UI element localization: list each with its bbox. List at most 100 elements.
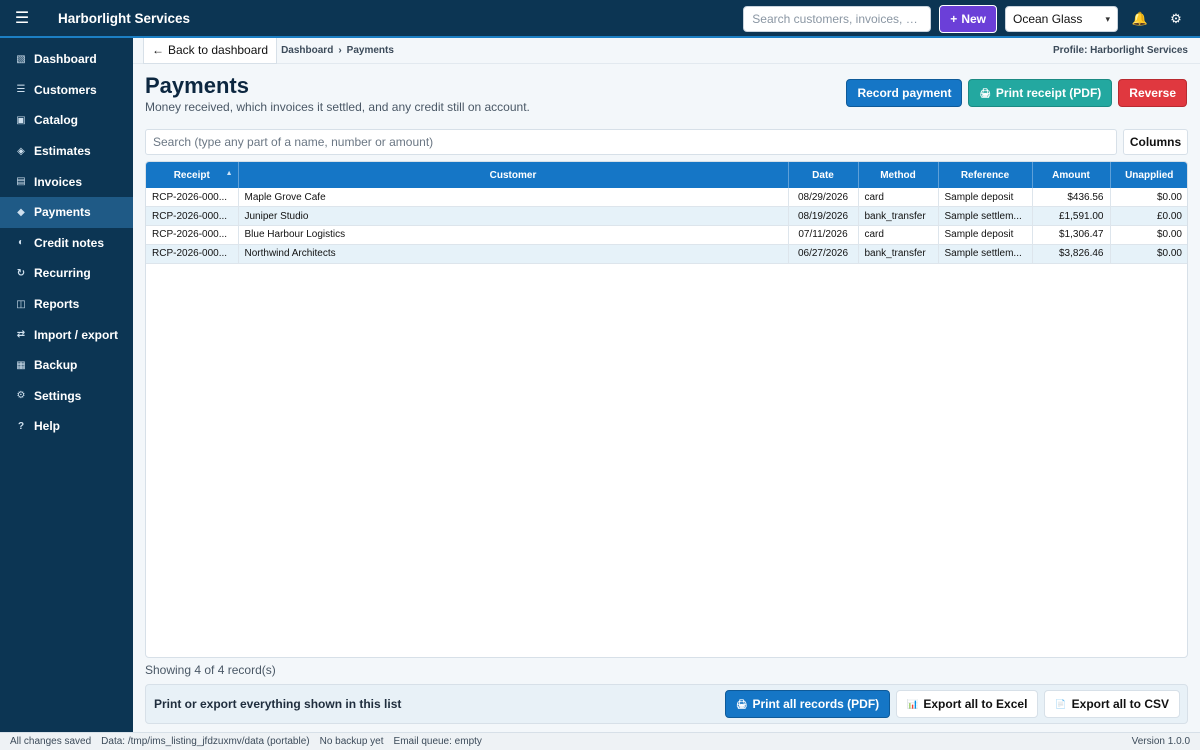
cell-customer: Juniper Studio xyxy=(238,206,789,226)
breadcrumb-bar: ← Back to dashboard Dashboard › Payments… xyxy=(133,37,1200,64)
sidebar-item-credit-notes[interactable]: ◐ Credit notes xyxy=(0,228,133,259)
page-header: Payments Money received, which invoices … xyxy=(133,64,1200,120)
cell-unapplied: $0.00 xyxy=(1156,229,1182,241)
record-payment-label: Record payment xyxy=(857,86,952,100)
record-count: Showing 4 of 4 record(s) xyxy=(145,663,276,677)
status-backup: No backup yet xyxy=(319,736,384,747)
settings-icon: ⚙ xyxy=(16,390,26,402)
print-receipt-button[interactable]: 🖨 Print receipt (PDF) xyxy=(968,79,1113,107)
sidebar-item-label: Recurring xyxy=(34,266,91,281)
column-header-amount[interactable]: Amount xyxy=(1032,162,1111,188)
sidebar-item-help[interactable]: ? Help xyxy=(0,411,133,442)
status-email-queue: Email queue: empty xyxy=(393,736,482,747)
column-header-customer[interactable]: Customer xyxy=(238,162,789,188)
cell-receipt: RCP-2026-000... xyxy=(146,225,239,245)
breadcrumb: Dashboard › Payments xyxy=(281,45,394,56)
print-all-button[interactable]: 🖨 Print all records (PDF) xyxy=(725,690,891,718)
reports-icon: ◫ xyxy=(16,298,26,310)
sidebar-item-label: Dashboard xyxy=(34,52,97,67)
list-search-placeholder: Search (type any part of a name, number … xyxy=(153,135,434,149)
gear-icon[interactable]: ⚙ xyxy=(1162,6,1190,32)
sidebar-item-label: Backup xyxy=(34,358,78,373)
table-row[interactable]: RCP-2026-000... Maple Grove Cafe 08/29/2… xyxy=(146,188,1187,207)
breadcrumb-payments: Payments xyxy=(346,45,394,56)
table-row[interactable]: RCP-2026-000... Juniper Studio 08/19/202… xyxy=(146,206,1187,226)
global-search-input[interactable]: Search customers, invoices, pa... xyxy=(743,6,932,32)
cell-date: 07/11/2026 xyxy=(788,225,859,245)
column-header-unapplied[interactable]: Unapplied xyxy=(1110,162,1187,188)
sidebar-item-settings[interactable]: ⚙ Settings xyxy=(0,381,133,412)
status-bar: All changes saved Data: /tmp/ims_listing… xyxy=(0,732,1200,750)
export-actions: 🖨 Print all records (PDF) 📊 Export all t… xyxy=(725,690,1180,718)
menu-icon[interactable]: ☰ xyxy=(0,0,44,37)
cell-amount: £1,591.00 xyxy=(1032,206,1111,226)
list-toolbar: Search (type any part of a name, number … xyxy=(145,129,1188,155)
sidebar-item-payments[interactable]: ◆ Payments xyxy=(0,196,133,228)
sidebar-item-label: Settings xyxy=(34,388,82,403)
column-header-date[interactable]: Date xyxy=(788,162,859,188)
print-receipt-label: Print receipt (PDF) xyxy=(995,86,1102,100)
cell-customer: Maple Grove Cafe xyxy=(238,188,789,207)
arrow-left-icon: ← xyxy=(152,43,164,57)
plus-icon: + xyxy=(950,12,958,26)
top-bar: ☰ Harborlight Services Search customers,… xyxy=(0,0,1200,38)
column-header-receipt[interactable]: Receipt ▲ xyxy=(146,162,239,188)
back-to-dashboard-button[interactable]: ← Back to dashboard xyxy=(143,37,278,64)
export-bar: Print or export everything shown in this… xyxy=(145,684,1188,724)
sidebar-item-import-export[interactable]: ⇄ Import / export xyxy=(0,319,133,350)
sidebar-item-customers[interactable]: ☰ Customers xyxy=(0,75,133,106)
sidebar-item-label: Import / export xyxy=(34,327,119,342)
estimates-icon: ◈ xyxy=(17,145,25,157)
export-excel-button[interactable]: 📊 Export all to Excel xyxy=(896,690,1039,718)
sidebar-item-estimates[interactable]: ◈ Estimates xyxy=(0,136,133,167)
credit-notes-icon: ◐ xyxy=(17,237,25,249)
breadcrumb-dashboard[interactable]: Dashboard xyxy=(281,45,333,56)
theme-select[interactable]: Ocean Glass ▾ xyxy=(1005,6,1118,32)
spreadsheet-icon: 📊 xyxy=(907,698,919,709)
chevron-right-icon: › xyxy=(338,45,342,56)
table-row[interactable]: RCP-2026-000... Northwind Architects 06/… xyxy=(146,244,1187,264)
export-csv-label: Export all to CSV xyxy=(1071,697,1169,711)
sidebar-item-reports[interactable]: ◫ Reports xyxy=(0,289,133,320)
status-version: Version 1.0.0 xyxy=(1131,736,1190,747)
sidebar-item-backup[interactable]: ▦ Backup xyxy=(0,350,133,381)
new-button[interactable]: + New xyxy=(939,5,997,33)
dashboard-icon: ▧ xyxy=(16,53,26,65)
table-row[interactable]: RCP-2026-000... Blue Harbour Logistics 0… xyxy=(146,225,1187,245)
help-icon: ? xyxy=(17,420,25,432)
cell-unapplied: £0.00 xyxy=(1156,210,1182,222)
print-all-label: Print all records (PDF) xyxy=(752,697,880,711)
record-payment-button[interactable]: Record payment xyxy=(846,79,963,107)
sidebar-item-invoices[interactable]: ▤ Invoices xyxy=(0,166,133,197)
cell-unapplied: $0.00 xyxy=(1156,248,1182,260)
cell-date: 08/29/2026 xyxy=(788,188,859,207)
cell-amount: $436.56 xyxy=(1032,188,1111,207)
reverse-button[interactable]: Reverse xyxy=(1118,79,1187,107)
cell-customer: Blue Harbour Logistics xyxy=(238,225,789,245)
sidebar-item-recurring[interactable]: ↻ Recurring xyxy=(0,258,133,289)
export-csv-button[interactable]: 📄 Export all to CSV xyxy=(1044,690,1180,718)
cell-receipt: RCP-2026-000... xyxy=(146,206,239,226)
list-search-input[interactable]: Search (type any part of a name, number … xyxy=(145,129,1117,155)
sidebar-item-dashboard[interactable]: ▧ Dashboard xyxy=(0,44,133,75)
sidebar-item-label: Help xyxy=(34,419,61,434)
cell-method: card xyxy=(858,225,939,245)
columns-button[interactable]: Columns xyxy=(1123,129,1188,155)
status-data-path: Data: /tmp/ims_listing_jfdzuxmv/data (po… xyxy=(101,736,310,747)
page-actions: Record payment 🖨 Print receipt (PDF) Rev… xyxy=(846,79,1187,107)
chevron-down-icon: ▾ xyxy=(1105,13,1110,24)
cell-date: 08/19/2026 xyxy=(788,206,859,226)
status-saved: All changes saved xyxy=(10,736,92,747)
cell-amount: $1,306.47 xyxy=(1032,225,1111,245)
invoices-icon: ▤ xyxy=(16,176,26,188)
cell-receipt: RCP-2026-000... xyxy=(146,188,239,207)
sidebar-item-catalog[interactable]: ▣ Catalog xyxy=(0,105,133,136)
cell-reference: Sample settlem... xyxy=(938,244,1033,264)
column-header-method[interactable]: Method xyxy=(858,162,939,188)
reverse-label: Reverse xyxy=(1129,86,1176,100)
cell-amount: $3,826.46 xyxy=(1032,244,1111,264)
bell-icon[interactable]: 🔔 xyxy=(1126,6,1154,32)
page-subtitle: Money received, which invoices it settle… xyxy=(145,100,530,114)
cell-method: bank_transfer xyxy=(858,206,939,226)
column-header-reference[interactable]: Reference xyxy=(938,162,1033,188)
